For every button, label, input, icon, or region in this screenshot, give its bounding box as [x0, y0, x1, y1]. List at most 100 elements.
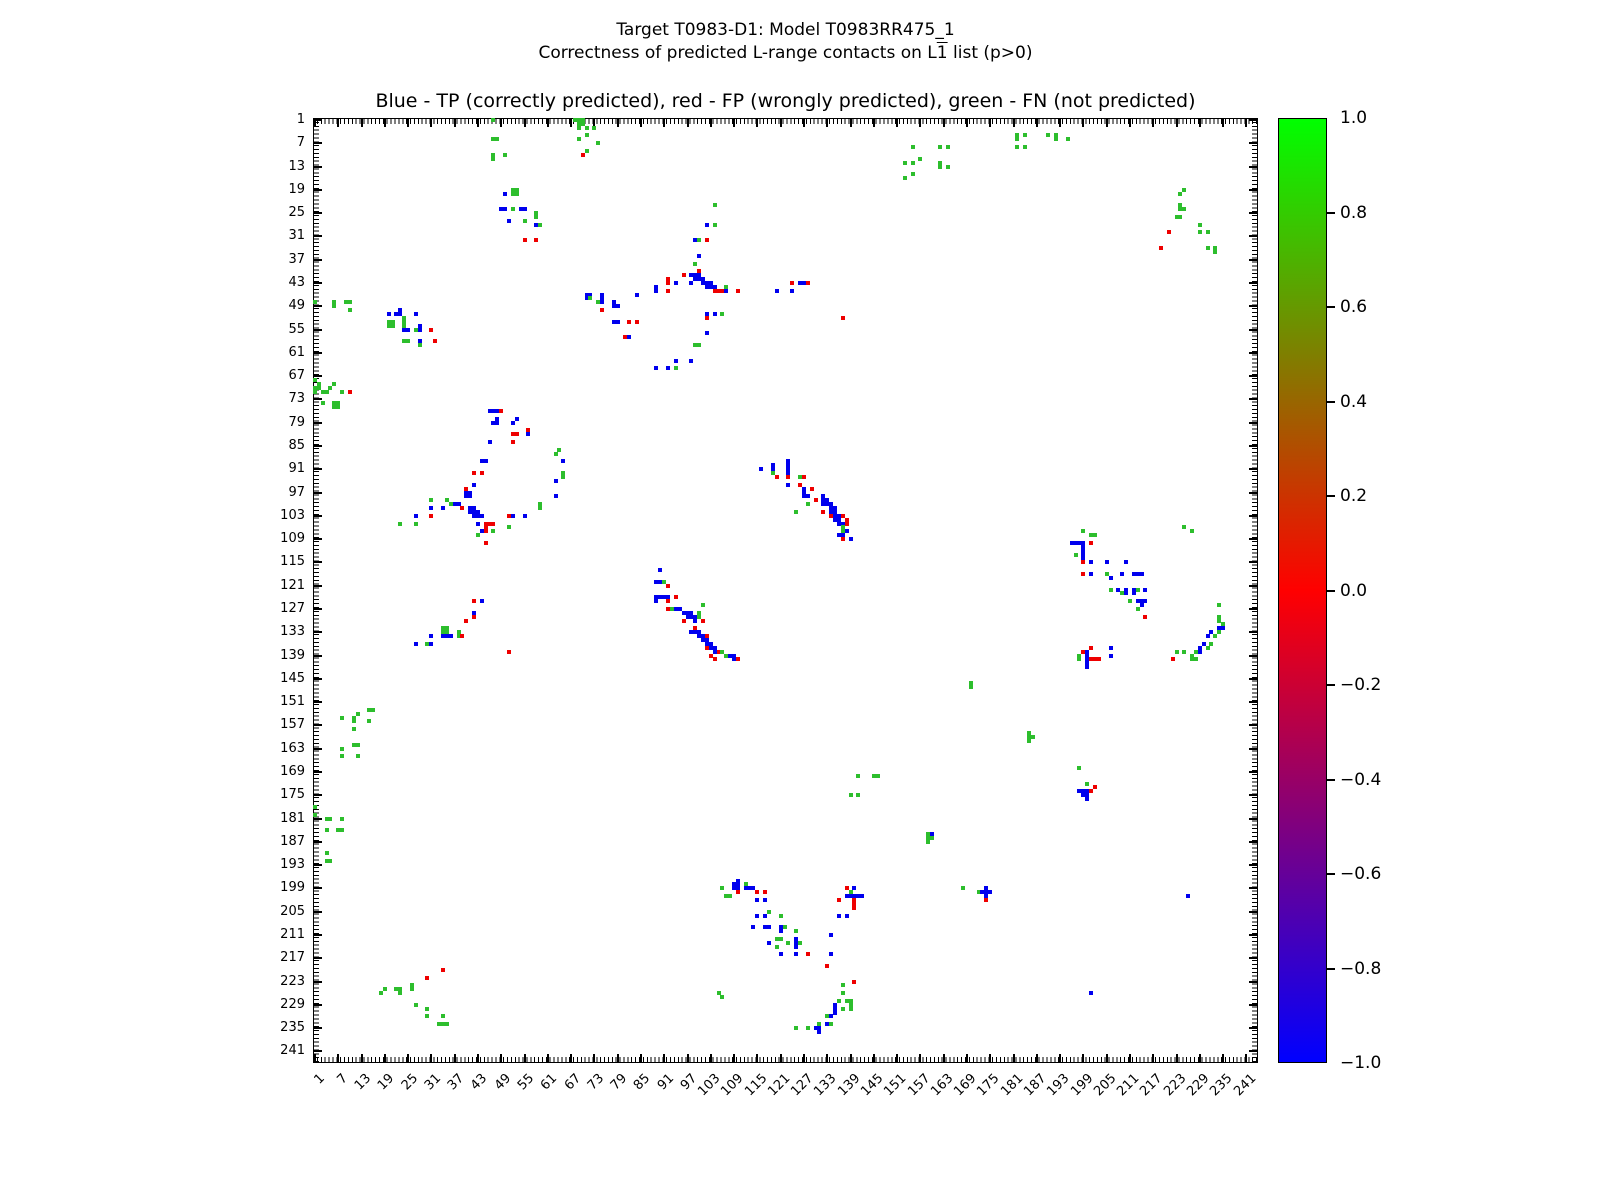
- major-tick: [1249, 375, 1257, 377]
- x-tick-label-text: 223: [1161, 1071, 1189, 1099]
- contact-point: [406, 339, 410, 343]
- contact-point: [814, 498, 818, 502]
- contact-point: [445, 1022, 449, 1026]
- major-tick: [314, 166, 322, 168]
- contact-point: [856, 774, 860, 778]
- major-tick: [1249, 655, 1257, 657]
- major-tick: [896, 119, 898, 127]
- colorbar-tick: [1327, 968, 1335, 970]
- contact-point: [779, 937, 783, 941]
- contact-point: [472, 471, 476, 475]
- colorbar-tick: [1327, 401, 1335, 403]
- x-tick-label-text: 151: [882, 1071, 910, 1099]
- figure-subtitle-prefix: Correctness of predicted L-range contact…: [538, 43, 936, 63]
- contact-point: [926, 840, 930, 844]
- contact-point: [511, 514, 515, 518]
- y-tick-label: 229: [245, 997, 305, 1012]
- major-tick: [314, 864, 322, 866]
- contact-point: [561, 459, 565, 463]
- major-tick: [1059, 1054, 1061, 1062]
- contact-point: [1023, 133, 1027, 137]
- major-tick: [314, 468, 322, 470]
- colorbar-tick: [1327, 306, 1335, 308]
- contact-point: [1206, 230, 1210, 234]
- contact-point: [849, 537, 853, 541]
- contact-point: [472, 615, 476, 619]
- contact-point: [491, 118, 495, 122]
- major-tick: [314, 981, 322, 983]
- major-tick: [314, 189, 322, 191]
- x-tick-label-text: 169: [951, 1071, 979, 1099]
- contact-point: [429, 328, 433, 332]
- contact-point: [464, 619, 468, 623]
- colorbar-tick: [1327, 495, 1335, 497]
- major-tick: [663, 1054, 665, 1062]
- major-tick: [1249, 166, 1257, 168]
- contact-point: [806, 952, 810, 956]
- y-tick-label: 163: [245, 741, 305, 756]
- contact-point: [356, 712, 360, 716]
- major-tick: [314, 422, 322, 424]
- major-tick: [896, 1054, 898, 1062]
- major-tick: [710, 1054, 712, 1062]
- axes-title: Blue - TP (correctly predicted), red - F…: [313, 90, 1258, 112]
- contact-point: [946, 165, 950, 169]
- y-tick-label: 37: [245, 252, 305, 267]
- major-tick: [1199, 1054, 1201, 1062]
- contact-point: [1031, 735, 1035, 739]
- y-tick-label: 31: [245, 228, 305, 243]
- contact-point: [682, 619, 686, 623]
- contact-point: [918, 157, 922, 161]
- major-tick: [1199, 119, 1201, 127]
- x-tick-label-text: 133: [812, 1071, 840, 1099]
- major-tick: [850, 1054, 852, 1062]
- contact-point: [666, 289, 670, 293]
- major-tick: [1249, 259, 1257, 261]
- contact-point: [841, 316, 845, 320]
- contact-point: [1074, 553, 1078, 557]
- contact-point: [491, 529, 495, 533]
- y-tick-label: 13: [245, 159, 305, 174]
- y-tick-label: 223: [245, 974, 305, 989]
- x-tick-label-text: 61: [538, 1071, 560, 1093]
- contact-point: [794, 1026, 798, 1030]
- contact-point: [340, 817, 344, 821]
- contact-point: [313, 805, 317, 809]
- contact-point: [495, 421, 499, 425]
- contact-point: [1109, 654, 1113, 658]
- major-tick: [1245, 1054, 1247, 1062]
- contact-point: [1190, 529, 1194, 533]
- contact-point: [984, 898, 988, 902]
- figure-title: Target T0983-D1: Model T0983RR475_1: [313, 20, 1258, 40]
- contact-point: [511, 440, 515, 444]
- contact-point: [460, 634, 464, 638]
- major-tick: [314, 212, 322, 214]
- y-tick-label: 67: [245, 368, 305, 383]
- major-tick: [407, 1054, 409, 1062]
- major-tick: [780, 119, 782, 127]
- y-tick-label: 139: [245, 648, 305, 663]
- y-tick-label: 157: [245, 717, 305, 732]
- major-tick: [314, 887, 322, 889]
- contact-point: [325, 828, 329, 832]
- colorbar-tick-label: 0.0: [1340, 581, 1367, 601]
- major-tick: [687, 119, 689, 127]
- y-tick-label: 151: [245, 694, 305, 709]
- y-tick-label: 49: [245, 298, 305, 313]
- major-tick: [314, 142, 322, 144]
- contact-point: [476, 522, 480, 526]
- contact-point: [654, 366, 658, 370]
- contact-point: [841, 537, 845, 541]
- contact-point: [472, 483, 476, 487]
- contact-point: [845, 914, 849, 918]
- major-tick: [314, 911, 322, 913]
- major-tick: [1249, 724, 1257, 726]
- contact-point: [398, 522, 402, 526]
- major-tick: [477, 119, 479, 127]
- y-tick-label: 7: [245, 135, 305, 150]
- major-tick: [1249, 329, 1257, 331]
- major-tick: [593, 1054, 595, 1062]
- contact-point: [507, 650, 511, 654]
- major-tick: [337, 1054, 339, 1062]
- colorbar-tick: [1327, 212, 1335, 214]
